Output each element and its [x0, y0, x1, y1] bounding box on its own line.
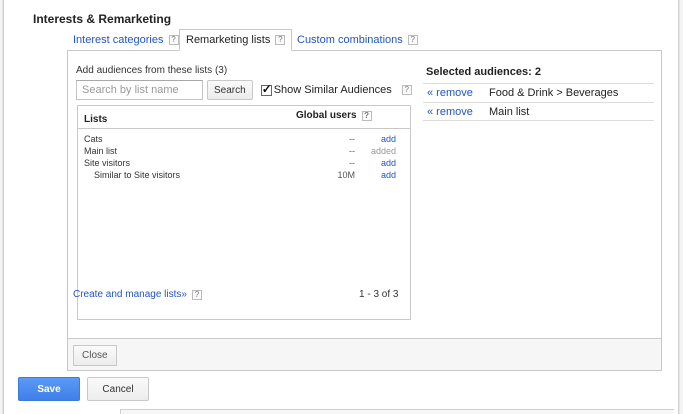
remarketing-panel: Add audiences from these lists (3) Searc… — [67, 50, 662, 339]
list-name: Main list — [84, 146, 118, 156]
help-icon[interactable]: ? — [361, 110, 372, 121]
column-header-lists: Lists — [84, 114, 108, 125]
audience-name: Food & Drink > Beverages — [489, 87, 619, 99]
search-row: Search Show Similar Audiences ? — [76, 80, 412, 100]
list-name: Site visitors — [84, 158, 131, 168]
lists-table: Lists Global users ? Cats -- add Main li… — [77, 105, 411, 320]
selected-audiences-list: « remove Food & Drink > Beverages « remo… — [423, 83, 654, 121]
column-header-label: Global users — [296, 110, 357, 121]
global-users: -- — [349, 158, 355, 168]
tab-custom-combinations[interactable]: Custom combinations ? — [297, 29, 418, 51]
help-icon[interactable]: ? — [191, 289, 202, 300]
list-item: « remove Main list — [423, 102, 654, 121]
background-page-bottom — [120, 409, 674, 414]
search-input[interactable] — [76, 80, 203, 100]
add-link[interactable]: add — [381, 158, 396, 168]
global-users: 10M — [337, 170, 355, 180]
column-header-global-users: Global users ? — [296, 110, 372, 121]
close-button[interactable]: Close — [73, 345, 117, 366]
help-icon[interactable]: ? — [275, 35, 286, 45]
lists-table-header: Lists Global users ? — [78, 106, 410, 129]
create-manage-lists-link[interactable]: Create and manage lists» — [73, 289, 187, 300]
table-row: Cats -- add — [78, 134, 410, 146]
available-lists-heading: Add audiences from these lists (3) — [76, 65, 228, 76]
tab-label: Custom combinations — [297, 34, 403, 46]
audience-name: Main list — [489, 106, 530, 118]
global-users: -- — [349, 146, 355, 156]
added-status: added — [370, 146, 396, 156]
manage-lists: Create and manage lists» ? — [73, 289, 202, 300]
remove-link[interactable]: « remove — [427, 106, 473, 118]
pagination-status: 1 - 3 of 3 — [359, 289, 399, 300]
global-users: -- — [349, 134, 355, 144]
help-icon[interactable]: ? — [401, 85, 412, 95]
list-name: Cats — [84, 134, 103, 144]
dialog-title: Interests & Remarketing — [33, 12, 172, 26]
search-button[interactable]: Search — [207, 80, 253, 100]
background-page-right — [679, 0, 683, 414]
tab-label: Interest categories — [73, 34, 164, 46]
list-item: « remove Food & Drink > Beverages — [423, 83, 654, 102]
show-similar-toggle[interactable]: Show Similar Audiences ? — [260, 82, 412, 96]
help-icon[interactable]: ? — [407, 35, 418, 45]
selected-audiences-title: Selected audiences: 2 — [426, 66, 541, 78]
table-row: Site visitors -- add — [78, 158, 410, 170]
save-button[interactable]: Save — [18, 377, 80, 401]
table-row: Similar to Site visitors 10M add — [78, 170, 410, 182]
tab-interest-categories[interactable]: Interest categories ? — [73, 29, 179, 51]
remove-link[interactable]: « remove — [427, 87, 473, 99]
cancel-button[interactable]: Cancel — [87, 377, 149, 401]
close-bar: Close — [67, 338, 662, 371]
table-row: Main list -- added — [78, 146, 410, 158]
list-name: Similar to Site visitors — [94, 170, 181, 180]
add-link[interactable]: add — [381, 170, 396, 180]
add-link[interactable]: add — [381, 134, 396, 144]
similar-label: Show Similar Audiences — [273, 84, 392, 96]
similar-checkbox[interactable] — [260, 82, 272, 96]
help-icon[interactable]: ? — [168, 35, 179, 45]
tab-label: Remarketing lists — [186, 34, 271, 46]
tab-remarketing-lists[interactable]: Remarketing lists ? — [179, 29, 293, 51]
